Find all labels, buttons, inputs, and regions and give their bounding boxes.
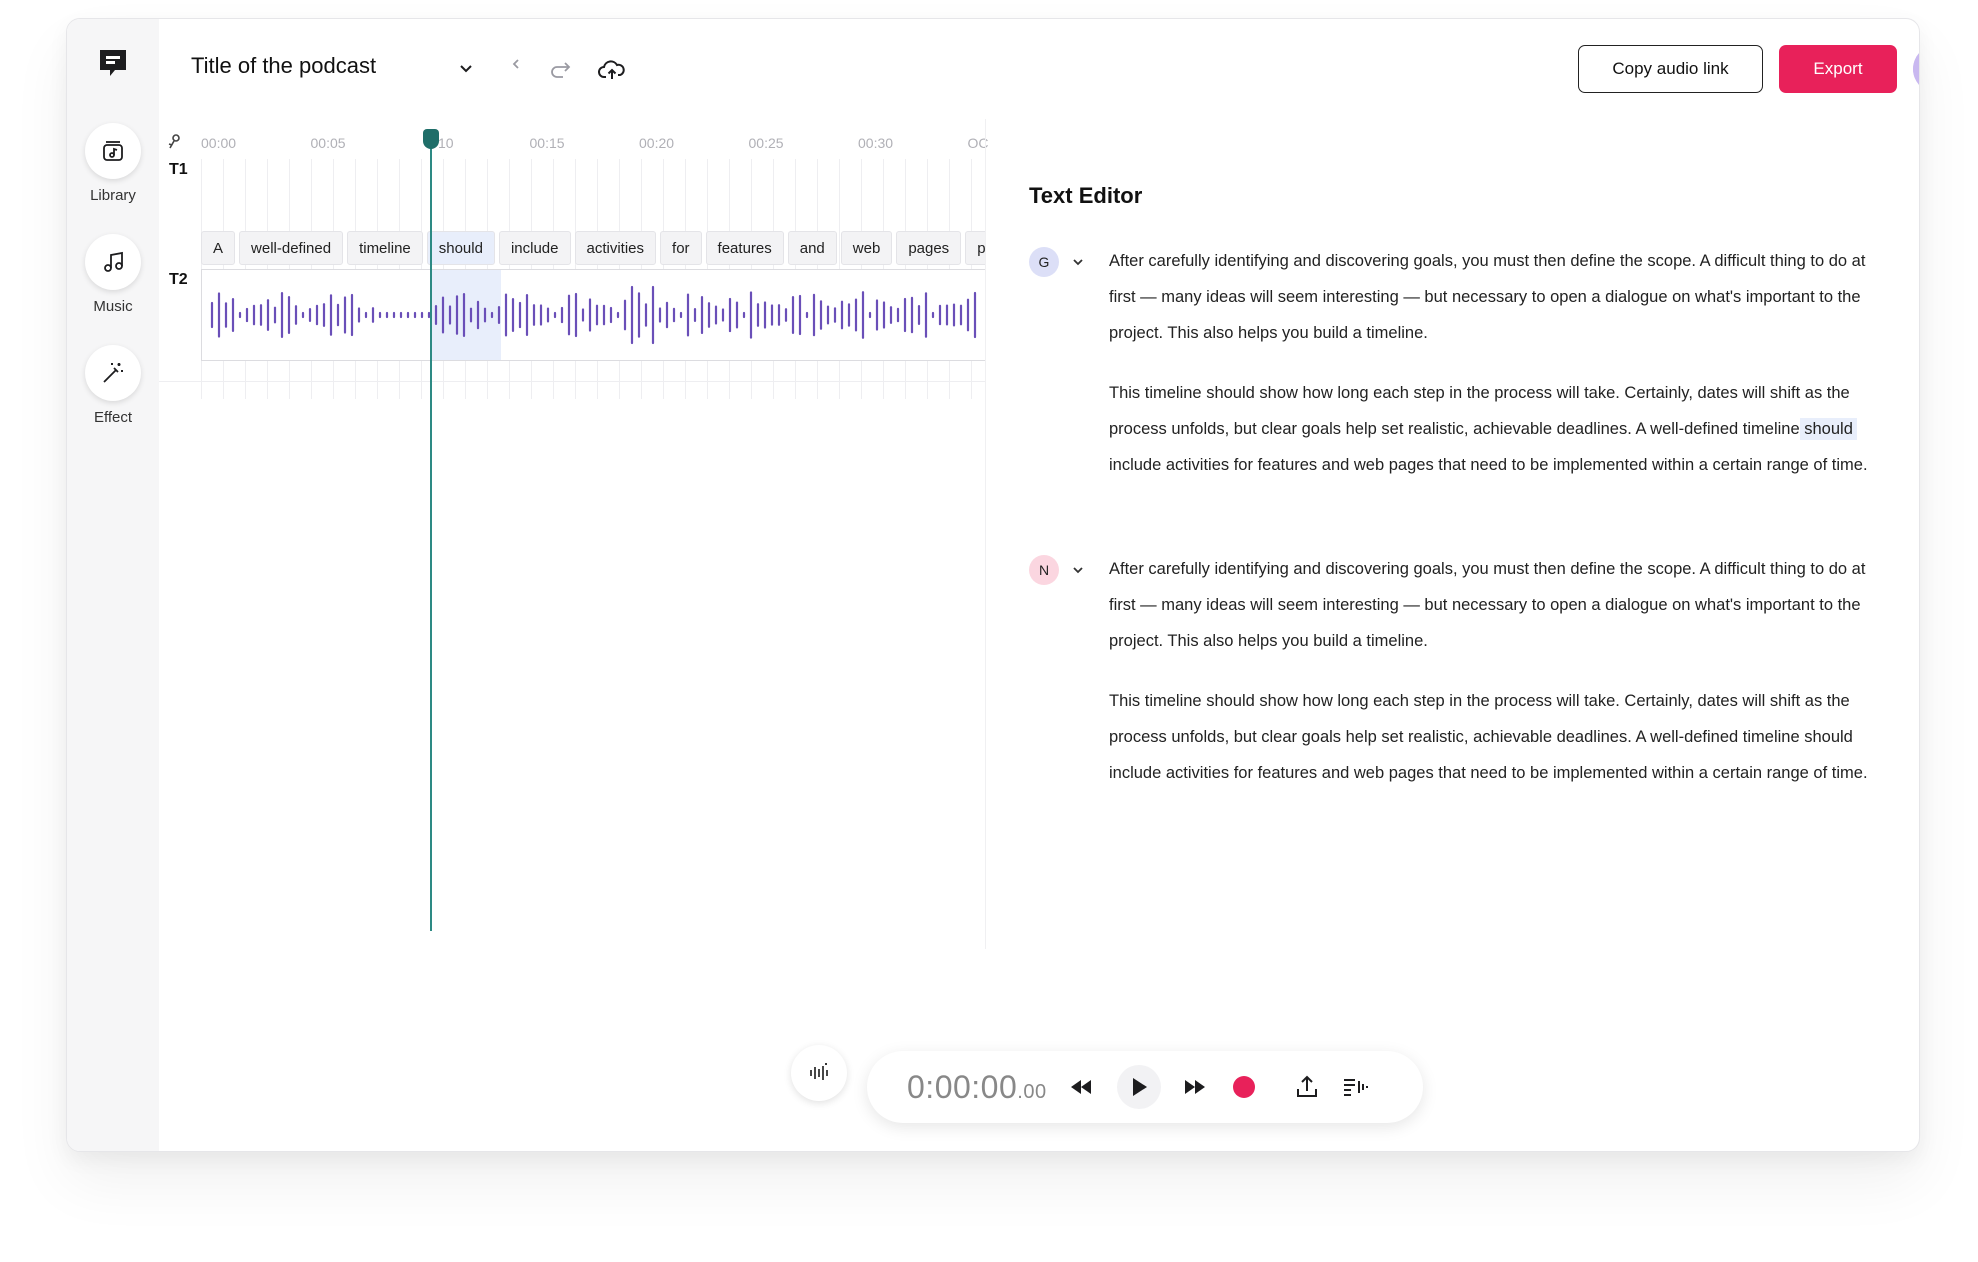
- editor-title: Text Editor: [1029, 183, 1143, 208]
- word-chip[interactable]: include: [498, 231, 571, 265]
- sidebar-item-effect[interactable]: Effect: [67, 345, 159, 426]
- panel-divider: [985, 119, 986, 949]
- chevron-down-icon[interactable]: [1071, 255, 1085, 269]
- audio-list-icon: [1344, 1079, 1368, 1096]
- word-chip[interactable]: and: [787, 231, 837, 265]
- track-label-t1: T1: [169, 161, 188, 178]
- word-chip[interactable]: for: [660, 231, 702, 265]
- app-window: Library Music Effect Title of the podcas…: [66, 18, 1920, 1152]
- playhead[interactable]: [430, 141, 432, 931]
- ruler-tick-label: 00:20: [639, 135, 675, 151]
- ruler-tick-label: 10: [438, 135, 454, 151]
- cloud-upload-icon[interactable]: [597, 55, 627, 85]
- record-button[interactable]: [1233, 1076, 1255, 1098]
- waveform-track[interactable]: [201, 269, 985, 361]
- ruler-tick-label: 00:15: [529, 135, 565, 151]
- avatar[interactable]: [1913, 45, 1919, 93]
- track-divider: [159, 381, 985, 382]
- fast-forward-icon: [1185, 1080, 1205, 1094]
- chevron-down-icon[interactable]: [457, 59, 475, 77]
- redo-icon[interactable]: [547, 57, 573, 83]
- highlighted-word[interactable]: should: [1800, 418, 1857, 440]
- time-readout: 0:00:00.00: [907, 1069, 1047, 1106]
- header: Title of the podcast Copy audio link Exp…: [159, 19, 1919, 119]
- waveform: [210, 285, 977, 345]
- undo-icon[interactable]: [509, 57, 523, 71]
- transcript-words-track: Awell-defined timeline should include activi…: [201, 231, 985, 265]
- copy-audio-link-button[interactable]: Copy audio link: [1578, 45, 1763, 93]
- transcript-paragraph[interactable]: This timeline should show how long each …: [1109, 375, 1869, 483]
- transcript-paragraph[interactable]: After carefully identifying and discover…: [1109, 243, 1869, 351]
- magic-wand-icon: [85, 345, 141, 401]
- word-chip[interactable]: should: [426, 231, 495, 265]
- rewind-icon: [1071, 1080, 1091, 1094]
- export-button[interactable]: Export: [1779, 45, 1897, 93]
- share-icon: [1297, 1075, 1317, 1097]
- sidebar-item-label: Effect: [93, 409, 133, 426]
- track-label-t2: T2: [169, 271, 188, 288]
- snap-icon[interactable]: [167, 133, 183, 156]
- word-chip[interactable]: p: [965, 231, 985, 265]
- play-button[interactable]: [1117, 1065, 1161, 1109]
- chevron-down-icon[interactable]: [1071, 563, 1085, 577]
- paragraph-text: This timeline should show how long each …: [1109, 384, 1850, 438]
- ruler-tick-label: 00:00: [201, 135, 237, 151]
- transcript-paragraph[interactable]: After carefully identifying and discover…: [1109, 551, 1869, 659]
- play-icon: [1133, 1078, 1147, 1096]
- sidebar: Library Music Effect: [67, 19, 159, 1151]
- word-chip[interactable]: activities: [574, 231, 657, 265]
- word-chip[interactable]: A: [201, 231, 236, 265]
- rewind-button[interactable]: [1063, 1069, 1099, 1105]
- app-logo-icon[interactable]: [95, 45, 131, 81]
- audio-enhance-button[interactable]: [791, 1045, 847, 1101]
- word-chip[interactable]: pages: [896, 231, 962, 265]
- sidebar-item-label: Music: [93, 298, 133, 315]
- share-button[interactable]: [1289, 1069, 1325, 1105]
- sidebar-item-music[interactable]: Music: [67, 234, 159, 315]
- word-chip[interactable]: web: [840, 231, 893, 265]
- waveform-sparkle-icon: [810, 1063, 828, 1080]
- ruler-tick-label: 00:25: [748, 135, 784, 151]
- sidebar-item-label: Library: [90, 187, 136, 204]
- sidebar-item-library[interactable]: Library: [67, 123, 159, 204]
- music-icon: [85, 234, 141, 290]
- podcast-title[interactable]: Title of the podcast: [191, 53, 376, 79]
- timeline-panel: 00:00 00:05 10 00:15 00:20 00:25 00:30 OC T1 T2…: [159, 119, 989, 959]
- ruler-tick-label: 00:30: [858, 135, 894, 151]
- ruler-tick-label: 00:05: [310, 135, 346, 151]
- speaker-badge-n[interactable]: N: [1029, 555, 1059, 585]
- time-fraction: .00: [1017, 1081, 1047, 1103]
- speaker-badge-g[interactable]: G: [1029, 247, 1059, 277]
- time-main: 0:00:00: [907, 1069, 1018, 1105]
- audio-list-button[interactable]: [1337, 1069, 1373, 1105]
- word-chip[interactable]: well-defined: [239, 231, 344, 265]
- playhead-handle[interactable]: [423, 129, 439, 149]
- word-chip[interactable]: features: [705, 231, 784, 265]
- transcript-paragraph[interactable]: This timeline should show how long each …: [1109, 683, 1869, 791]
- fast-forward-button[interactable]: [1177, 1069, 1213, 1105]
- library-icon: [85, 123, 141, 179]
- word-chip[interactable]: timeline: [347, 231, 423, 265]
- paragraph-text: include activities for features and web …: [1109, 456, 1868, 474]
- playback-bar: 0:00:00.00: [867, 1051, 1423, 1123]
